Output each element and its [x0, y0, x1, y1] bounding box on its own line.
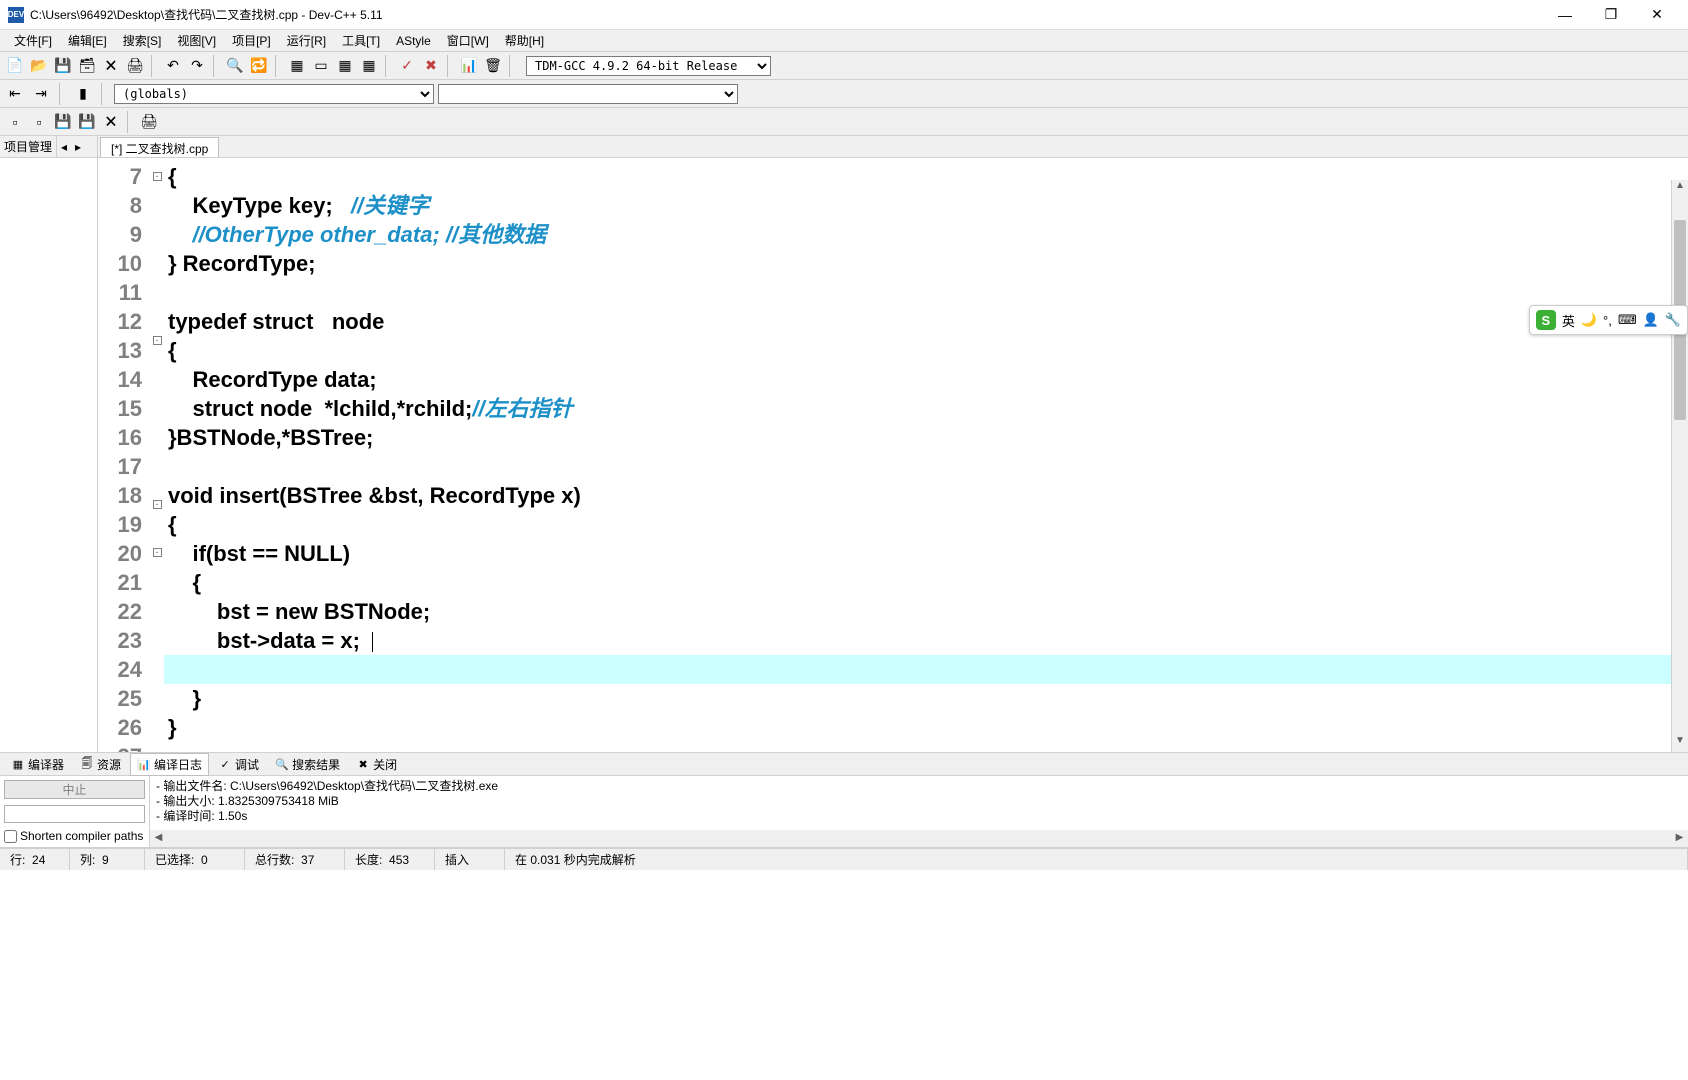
toolbar-nav: ⇤ ⇥ ▮ (globals): [0, 80, 1688, 108]
window-title: C:\Users\96492\Desktop\查找代码\二叉查找树.cpp - …: [30, 6, 1542, 23]
rebuild-icon[interactable]: ▦: [358, 55, 380, 77]
fold-gutter[interactable]: - - - -: [150, 158, 164, 752]
sidebar-next-icon[interactable]: ▸: [71, 140, 85, 154]
editor-area: [*] 二叉查找树.cpp 78910111213141516171819202…: [98, 136, 1688, 752]
menu-project[interactable]: 项目[P]: [224, 30, 279, 51]
bottom-tab[interactable]: ✓调试: [211, 753, 266, 776]
close-file-icon[interactable]: 🗙: [100, 55, 122, 77]
scroll-left-icon[interactable]: ◀: [150, 830, 167, 847]
bottom-tab[interactable]: ▦编译器: [4, 753, 71, 776]
menu-tools[interactable]: 工具[T]: [334, 30, 388, 51]
file-tab-bar: [*] 二叉查找树.cpp: [98, 136, 1688, 158]
close-button[interactable]: ✕: [1634, 0, 1680, 30]
output-panel: 中止 Shorten compiler paths - 输出文件名: C:\Us…: [0, 776, 1688, 848]
open-file-icon[interactable]: 📂: [28, 55, 50, 77]
abort-button[interactable]: 中止: [4, 780, 145, 799]
line-gutter: 789101112131415161718192021222324252627: [98, 158, 150, 752]
ime-logo-icon[interactable]: S: [1536, 310, 1556, 330]
bottom-tab-bar: ▦编译器🗐资源📊编译日志✓调试🔍搜索结果✖关闭: [0, 752, 1688, 776]
scroll-up-icon[interactable]: ▲: [1672, 180, 1688, 197]
status-length: 长度: 453: [345, 849, 435, 870]
compile-log-output[interactable]: - 输出文件名: C:\Users\96492\Desktop\查找代码\二叉查…: [150, 776, 1688, 847]
save-icon[interactable]: 💾: [52, 55, 74, 77]
find-icon[interactable]: 🔍: [224, 55, 246, 77]
bookmarks-icon[interactable]: ▮: [72, 83, 94, 105]
undo-icon[interactable]: ↶: [162, 55, 184, 77]
bottom-tab[interactable]: 📊编译日志: [130, 753, 209, 776]
run-icon[interactable]: ▭: [310, 55, 332, 77]
horizontal-scrollbar[interactable]: ◀ ▶: [150, 830, 1688, 847]
maximize-button[interactable]: ❐: [1588, 0, 1634, 30]
globals-select[interactable]: (globals): [114, 84, 434, 104]
menu-search[interactable]: 搜索[S]: [115, 30, 170, 51]
save-icon-2[interactable]: 💾: [52, 111, 74, 133]
minimize-button[interactable]: ―: [1542, 0, 1588, 30]
toolbar-extra: ▫ ▫ 💾 💾 🗙 🖨: [0, 108, 1688, 136]
compile-run-icon[interactable]: ▦: [334, 55, 356, 77]
toolbar-main: 📄 📂 💾 🗃 🗙 🖨 ↶ ↷ 🔍 🔁 ▦ ▭ ▦ ▦ ✓ ✖ 📊 🗑 TDM-…: [0, 52, 1688, 80]
save-as-icon[interactable]: 💾: [76, 111, 98, 133]
shorten-paths-checkbox[interactable]: Shorten compiler paths: [4, 829, 145, 843]
menu-file[interactable]: 文件[F]: [6, 30, 60, 51]
function-select[interactable]: [438, 84, 738, 104]
bottom-tab[interactable]: ✖关闭: [349, 753, 404, 776]
status-parse-time: 在 0.031 秒内完成解析: [505, 849, 1688, 870]
ime-punct-icon[interactable]: °,: [1603, 313, 1612, 328]
new-project-icon[interactable]: ▫: [28, 111, 50, 133]
profile-icon[interactable]: 📊: [458, 55, 480, 77]
goto-fwd-icon[interactable]: ⇥: [30, 83, 52, 105]
ime-settings-icon[interactable]: 🔧: [1665, 312, 1681, 328]
scroll-down-icon[interactable]: ▼: [1672, 735, 1688, 752]
status-insert-mode: 插入: [435, 849, 505, 870]
title-bar: DEV C:\Users\96492\Desktop\查找代码\二叉查找树.cp…: [0, 0, 1688, 30]
new-file-icon[interactable]: 📄: [4, 55, 26, 77]
stop-icon[interactable]: ✖: [420, 55, 442, 77]
compile-icon[interactable]: ▦: [286, 55, 308, 77]
status-line: 行: 24: [0, 849, 70, 870]
code-editor[interactable]: 789101112131415161718192021222324252627 …: [98, 158, 1688, 752]
redo-icon[interactable]: ↷: [186, 55, 208, 77]
menu-help[interactable]: 帮助[H]: [497, 30, 552, 51]
delete-profile-icon[interactable]: 🗑: [482, 55, 504, 77]
menu-astyle[interactable]: AStyle: [388, 32, 439, 50]
ime-user-icon[interactable]: 👤: [1643, 312, 1659, 328]
code-content[interactable]: { KeyType key; //关键字 //OtherType other_d…: [164, 158, 1688, 752]
status-selected: 已选择: 0: [145, 849, 245, 870]
vertical-scrollbar[interactable]: ▲ ▼: [1671, 180, 1688, 752]
ime-moon-icon[interactable]: 🌙: [1581, 312, 1597, 328]
output-filter-input[interactable]: [4, 805, 145, 823]
scroll-right-icon[interactable]: ▶: [1671, 830, 1688, 847]
project-sidebar: 项目管理 ◂ ▸: [0, 136, 98, 752]
menu-view[interactable]: 视图[V]: [169, 30, 224, 51]
goto-back-icon[interactable]: ⇤: [4, 83, 26, 105]
sidebar-tab-project[interactable]: 项目管理: [0, 136, 57, 157]
status-col: 列: 9: [70, 849, 145, 870]
menu-window[interactable]: 窗口[W]: [439, 30, 497, 51]
sidebar-prev-icon[interactable]: ◂: [57, 140, 71, 154]
replace-icon[interactable]: 🔁: [248, 55, 270, 77]
new-icon[interactable]: ▫: [4, 111, 26, 133]
bottom-tab[interactable]: 🔍搜索结果: [268, 753, 347, 776]
menu-bar: 文件[F] 编辑[E] 搜索[S] 视图[V] 项目[P] 运行[R] 工具[T…: [0, 30, 1688, 52]
status-bar: 行: 24 列: 9 已选择: 0 总行数: 37 长度: 453 插入 在 0…: [0, 848, 1688, 870]
file-tab[interactable]: [*] 二叉查找树.cpp: [100, 137, 219, 157]
save-all-icon[interactable]: 🗃: [76, 55, 98, 77]
print-icon-2[interactable]: 🖨: [138, 111, 160, 133]
app-icon: DEV: [8, 7, 24, 23]
status-total-lines: 总行数: 37: [245, 849, 345, 870]
close-icon[interactable]: 🗙: [100, 111, 122, 133]
ime-toolbar[interactable]: S 英 🌙 °, ⌨ 👤 🔧: [1529, 305, 1688, 335]
ime-lang[interactable]: 英: [1562, 311, 1575, 330]
bottom-tab[interactable]: 🗐资源: [73, 753, 128, 776]
compiler-select[interactable]: TDM-GCC 4.9.2 64-bit Release: [526, 56, 771, 76]
ime-keyboard-icon[interactable]: ⌨: [1618, 312, 1637, 328]
main-area: 项目管理 ◂ ▸ [*] 二叉查找树.cpp 78910111213141516…: [0, 136, 1688, 752]
debug-icon[interactable]: ✓: [396, 55, 418, 77]
menu-edit[interactable]: 编辑[E]: [60, 30, 115, 51]
print-icon[interactable]: 🖨: [124, 55, 146, 77]
menu-run[interactable]: 运行[R]: [279, 30, 334, 51]
